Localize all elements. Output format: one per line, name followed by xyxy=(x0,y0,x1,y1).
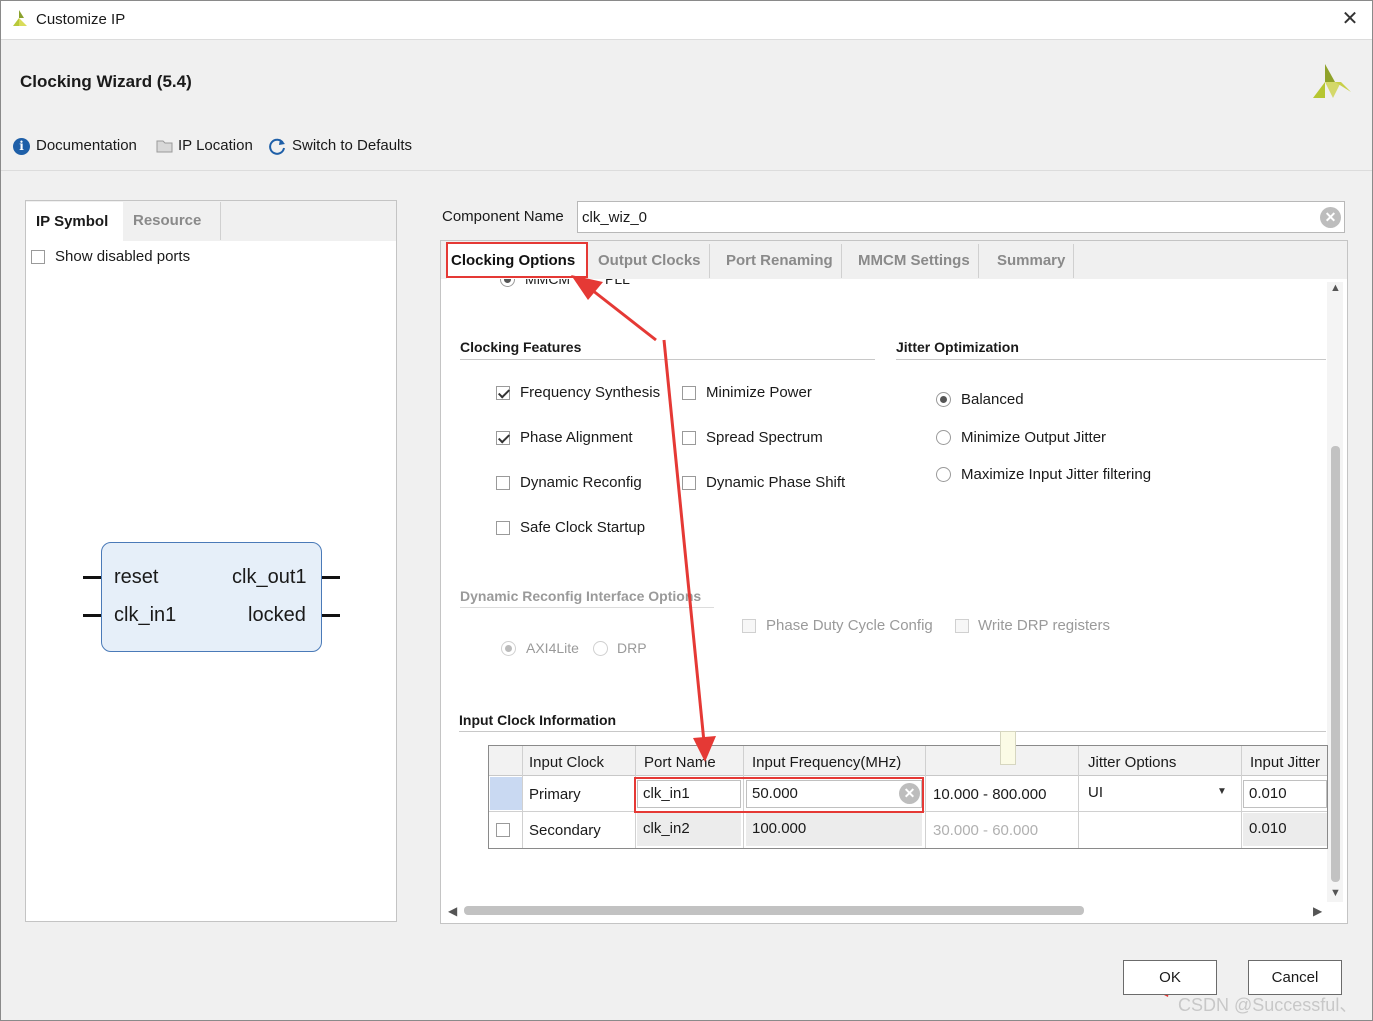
cancel-button[interactable]: Cancel xyxy=(1248,960,1342,995)
ok-button[interactable]: OK xyxy=(1123,960,1217,995)
watermark-text: CSDN @Successful、 xyxy=(1178,995,1358,1015)
annotation-arrows xyxy=(571,275,1170,997)
